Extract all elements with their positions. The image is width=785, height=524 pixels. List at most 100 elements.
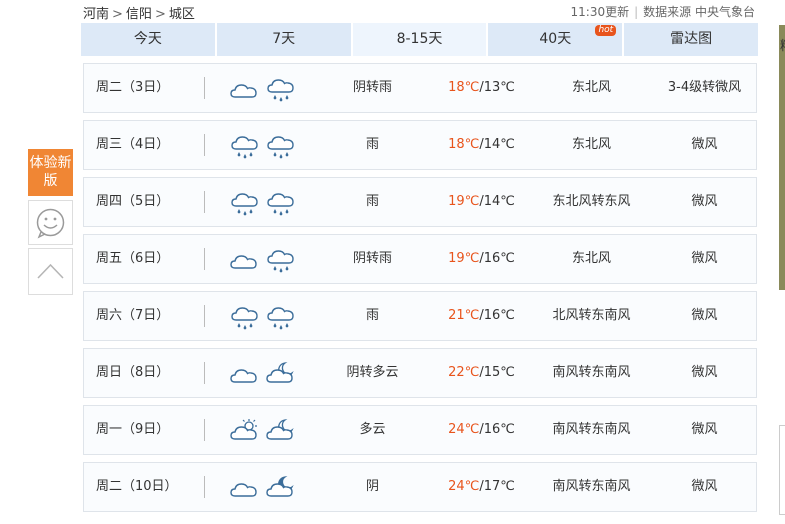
cloudy-icon bbox=[229, 361, 259, 387]
tab-label: 雷达图 bbox=[670, 31, 713, 47]
temp-high: 18℃ bbox=[448, 137, 480, 152]
temperature: 18℃/13℃ bbox=[429, 64, 534, 112]
weather-description: 阴转多云 bbox=[346, 365, 399, 380]
temp-low: /16℃ bbox=[479, 422, 515, 437]
experience-label: 体验新版 bbox=[29, 155, 72, 189]
forecast-row: 周六（7日） 雨 21℃/16℃ 北风转东南风 微风 bbox=[83, 291, 757, 341]
temperature: 21℃/16℃ bbox=[429, 292, 534, 340]
day-label: 周六（7日） bbox=[96, 308, 170, 323]
tab-label: 今天 bbox=[133, 31, 162, 47]
column-divider bbox=[204, 248, 205, 270]
breadcrumb-separator: > bbox=[112, 7, 123, 22]
temperature: 24℃/16℃ bbox=[429, 406, 534, 454]
temp-high: 19℃ bbox=[448, 194, 480, 209]
temp-high: 22℃ bbox=[448, 365, 480, 380]
temp-low: /14℃ bbox=[479, 137, 515, 152]
cloudy-icon bbox=[229, 247, 259, 273]
weather-description: 阴转雨 bbox=[352, 80, 392, 95]
temp-high: 24℃ bbox=[448, 479, 480, 494]
wind-direction: 东北风 bbox=[571, 80, 611, 95]
feedback-button[interactable] bbox=[28, 200, 73, 245]
wind-level: 微风 bbox=[691, 308, 718, 323]
column-divider bbox=[204, 419, 205, 441]
tab-radar[interactable]: 雷达图 bbox=[624, 23, 758, 56]
update-meta: 11:30更新 | 数据来源 中央气象台 bbox=[571, 3, 755, 20]
rain-icon bbox=[265, 247, 295, 273]
forecast-row: 周三（4日） 雨 18℃/14℃ 东北风 微风 bbox=[83, 120, 757, 170]
rain-icon bbox=[229, 304, 259, 330]
moon-cloud-dark-icon bbox=[265, 475, 295, 501]
tab-label: 7天 bbox=[272, 31, 296, 47]
breadcrumb-city[interactable]: 信阳 bbox=[126, 7, 152, 22]
day-label: 周五（6日） bbox=[96, 251, 170, 266]
tab-today[interactable]: 今天 bbox=[81, 23, 217, 56]
wind-level: 微风 bbox=[691, 365, 718, 380]
breadcrumb: 河南 > 信阳 > 城区 bbox=[83, 3, 195, 22]
tab-label: 40天 bbox=[539, 31, 572, 47]
day-label: 周三（4日） bbox=[96, 137, 170, 152]
column-divider bbox=[204, 476, 205, 498]
forecast-row: 周日（8日） 阴转多云 22℃/15℃ 南风转东南风 微风 bbox=[83, 348, 757, 398]
wind-level: 微风 bbox=[691, 479, 718, 494]
temp-low: /17℃ bbox=[479, 479, 515, 494]
wind-level: 微风 bbox=[691, 422, 718, 437]
smile-icon bbox=[36, 208, 65, 239]
weather-description: 雨 bbox=[365, 194, 379, 209]
cloudy-icon bbox=[229, 76, 259, 102]
side-panel-edge bbox=[779, 425, 785, 515]
forecast-row: 周一（9日） 多云 24℃/16℃ 南风转东南风 微风 bbox=[83, 405, 757, 455]
forecast-row: 周五（6日） 阴转雨 19℃/16℃ 东北风 微风 bbox=[83, 234, 757, 284]
temp-high: 19℃ bbox=[448, 251, 480, 266]
breadcrumb-district: 城区 bbox=[168, 7, 195, 22]
day-label: 周二（3日） bbox=[96, 80, 170, 95]
forecast-tabs: 今天 7天 8-15天 40天 hot 雷达图 bbox=[81, 23, 758, 56]
weather-description: 雨 bbox=[365, 308, 379, 323]
side-banner-image[interactable] bbox=[779, 25, 785, 290]
experience-new-version-button[interactable]: 体验新版 bbox=[28, 149, 73, 196]
temperature: 18℃/14℃ bbox=[429, 121, 534, 169]
rain-icon bbox=[229, 133, 259, 159]
weather-description: 多云 bbox=[359, 422, 386, 437]
rain-icon bbox=[265, 304, 295, 330]
cloudy-icon bbox=[229, 475, 259, 501]
weather-description: 阴 bbox=[365, 479, 379, 494]
column-divider bbox=[204, 305, 205, 327]
column-divider bbox=[204, 362, 205, 384]
meta-divider: | bbox=[634, 5, 639, 19]
wind-direction: 北风转东南风 bbox=[552, 308, 631, 323]
moon-cloud-icon bbox=[265, 418, 295, 444]
rain-icon bbox=[229, 190, 259, 216]
back-to-top-button[interactable] bbox=[28, 248, 73, 295]
wind-direction: 南风转东南风 bbox=[552, 422, 631, 437]
wind-level: 微风 bbox=[691, 194, 718, 209]
hot-badge: hot bbox=[595, 25, 617, 36]
rain-icon bbox=[265, 190, 295, 216]
forecast-list: 周二（3日） 阴转雨 18℃/13℃ 东北风 3-4级转微风 周三（4日）雨 18℃/14℃… bbox=[83, 63, 757, 519]
day-label: 周二（10日） bbox=[96, 479, 178, 494]
tab-label: 8-15天 bbox=[396, 31, 443, 47]
temp-low: /15℃ bbox=[479, 365, 515, 380]
temp-low: /13℃ bbox=[479, 80, 515, 95]
rain-icon bbox=[265, 76, 295, 102]
side-banner-text: 精 bbox=[780, 35, 785, 54]
column-divider bbox=[204, 77, 205, 99]
tab-40-days[interactable]: 40天 hot bbox=[488, 23, 625, 56]
column-divider bbox=[204, 191, 205, 213]
wind-direction: 东北风 bbox=[571, 137, 611, 152]
temperature: 24℃/17℃ bbox=[429, 463, 534, 511]
day-label: 周日（8日） bbox=[96, 365, 170, 380]
tab-8-15-days[interactable]: 8-15天 bbox=[352, 23, 489, 56]
tab-7-days[interactable]: 7天 bbox=[216, 23, 353, 56]
update-time: 11:30更新 bbox=[570, 5, 630, 19]
temp-high: 18℃ bbox=[448, 80, 480, 95]
wind-level: 微风 bbox=[691, 251, 718, 266]
arrow-up-icon bbox=[37, 263, 64, 279]
temperature: 19℃/14℃ bbox=[429, 178, 534, 226]
temp-low: /16℃ bbox=[479, 251, 515, 266]
forecast-row: 周二（10日） 阴 24℃/17℃ 南风转东南风 微风 bbox=[83, 462, 757, 512]
temp-high: 24℃ bbox=[448, 422, 480, 437]
weather-description: 阴转雨 bbox=[352, 251, 392, 266]
breadcrumb-province[interactable]: 河南 bbox=[83, 7, 109, 22]
forecast-row: 周二（3日） 阴转雨 18℃/13℃ 东北风 3-4级转微风 bbox=[83, 63, 757, 113]
day-label: 周一（9日） bbox=[96, 422, 170, 437]
